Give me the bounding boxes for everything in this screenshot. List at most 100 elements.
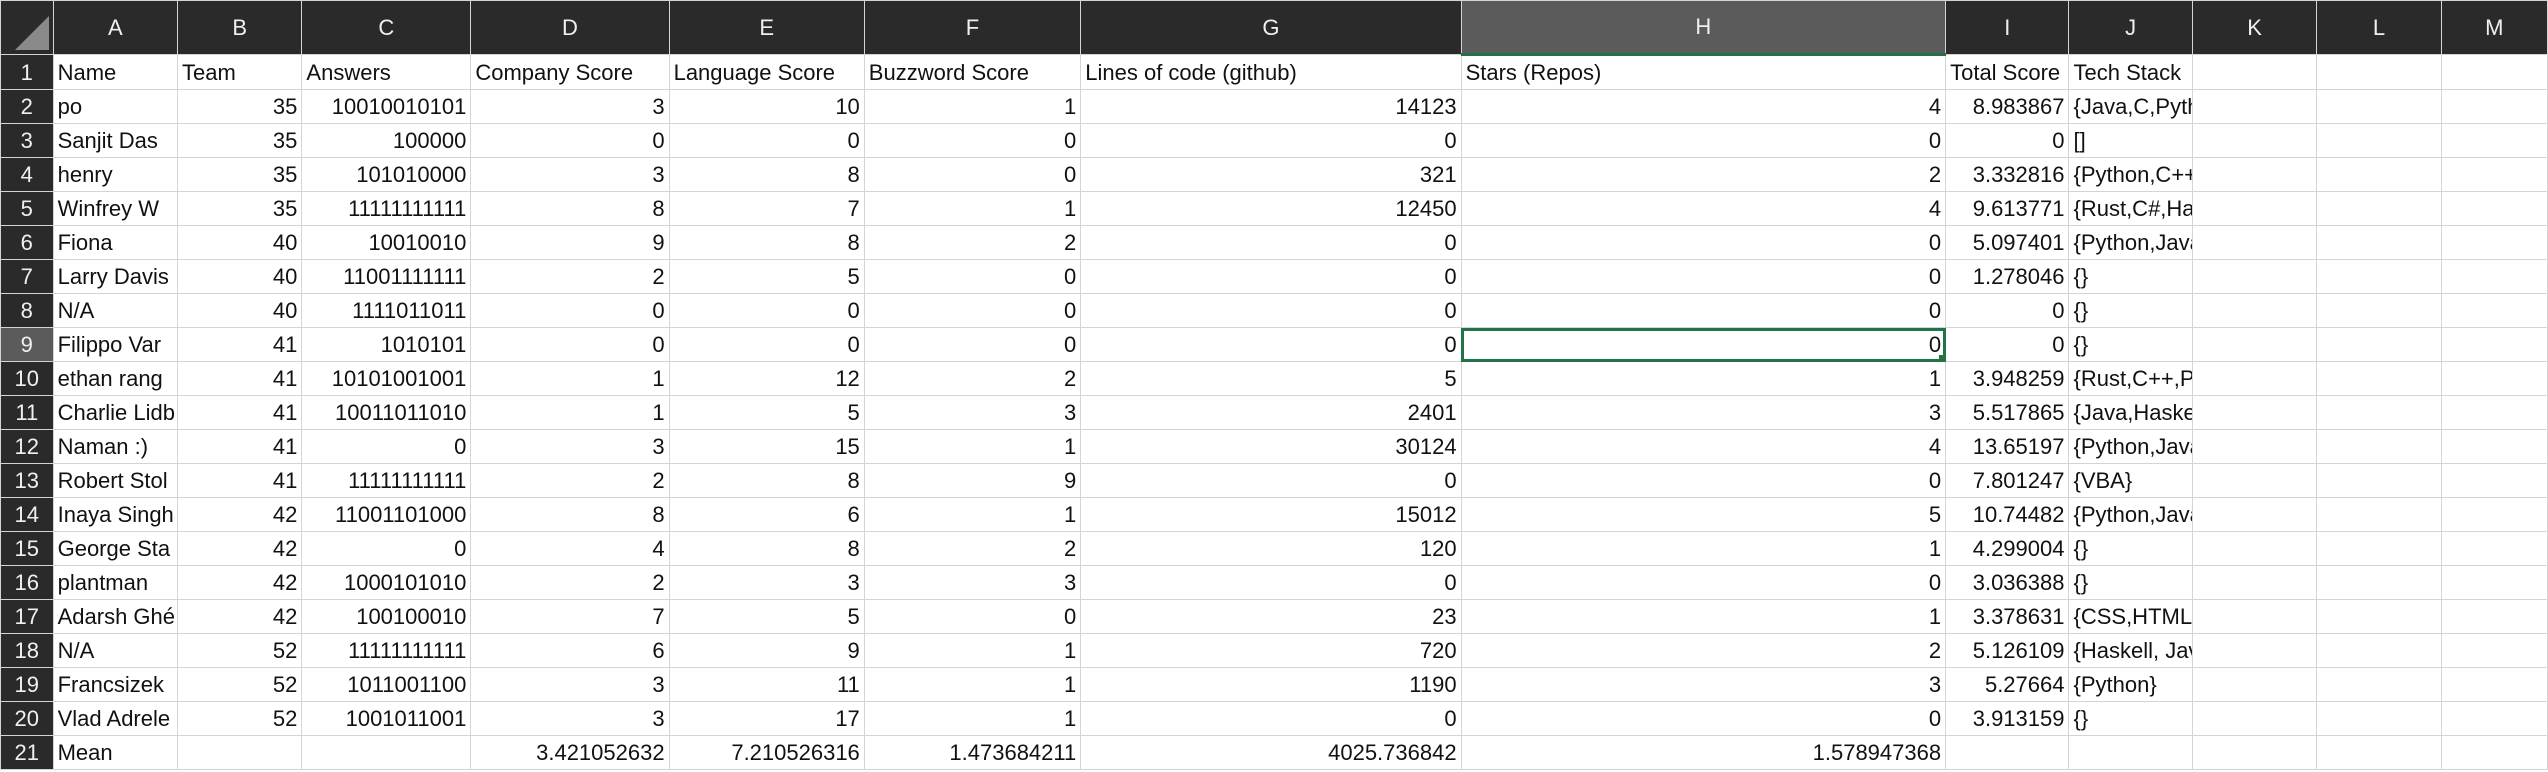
- cell-a6[interactable]: Fiona: [52, 225, 179, 260]
- cell-b18[interactable]: 52: [176, 633, 303, 668]
- cell-d11[interactable]: 1: [470, 395, 670, 430]
- cell-g21[interactable]: 4025.736842: [1080, 735, 1462, 770]
- cell-l10[interactable]: [2316, 361, 2442, 396]
- cell-f11[interactable]: 3: [863, 395, 1082, 430]
- cell-j12[interactable]: {Python,Java,Haskell}: [2068, 429, 2193, 464]
- row-header-18[interactable]: 18: [0, 633, 54, 668]
- cell-h21[interactable]: 1.578947368: [1460, 735, 1947, 770]
- row-header-17[interactable]: 17: [0, 599, 54, 634]
- cell-e6[interactable]: 8: [668, 225, 865, 260]
- cell-c2[interactable]: 10010010101: [301, 89, 472, 124]
- cell-k13[interactable]: [2191, 463, 2318, 498]
- cell-e9[interactable]: 0: [668, 327, 865, 362]
- cell-g11[interactable]: 2401: [1080, 395, 1462, 430]
- active-cell-h9[interactable]: 0: [1460, 327, 1947, 362]
- cell-b8[interactable]: 40: [176, 293, 303, 328]
- cell-h5[interactable]: 4: [1460, 191, 1947, 226]
- cell-i15[interactable]: 4.299004: [1945, 531, 2070, 566]
- cell-a21[interactable]: Mean: [52, 735, 179, 770]
- cell-m2[interactable]: [2440, 89, 2548, 124]
- row-header-20[interactable]: 20: [0, 701, 54, 736]
- column-header-k[interactable]: K: [2191, 0, 2318, 55]
- cell-l9[interactable]: [2316, 327, 2442, 362]
- cell-m14[interactable]: [2440, 497, 2548, 532]
- cell-m12[interactable]: [2440, 429, 2548, 464]
- cell-f20[interactable]: 1: [863, 701, 1082, 736]
- cell-c6[interactable]: 10010010: [301, 225, 472, 260]
- cell-k14[interactable]: [2191, 497, 2318, 532]
- cell-d6[interactable]: 9: [470, 225, 670, 260]
- cell-j3[interactable]: []: [2068, 123, 2193, 158]
- cell-d17[interactable]: 7: [470, 599, 670, 634]
- cell-m7[interactable]: [2440, 259, 2548, 294]
- cell-l6[interactable]: [2316, 225, 2442, 260]
- cell-e5[interactable]: 7: [668, 191, 865, 226]
- cell-e18[interactable]: 9: [668, 633, 865, 668]
- cell-h7[interactable]: 0: [1460, 259, 1947, 294]
- cell-j11[interactable]: {Java,Haskel,SQL,Python}: [2068, 395, 2193, 430]
- cell-e21[interactable]: 7.210526316: [668, 735, 865, 770]
- cell-j4[interactable]: {Python,C++,Scala,VBA,Java,Haskell,SQL,K…: [2068, 157, 2193, 192]
- column-header-l[interactable]: L: [2316, 0, 2442, 55]
- cell-h17[interactable]: 1: [1460, 599, 1947, 634]
- cell-a10[interactable]: ethan rang: [52, 361, 179, 396]
- row-header-4[interactable]: 4: [0, 157, 54, 192]
- cell-d18[interactable]: 6: [470, 633, 670, 668]
- row-header-7[interactable]: 7: [0, 259, 54, 294]
- cell-i4[interactable]: 3.332816: [1945, 157, 2070, 192]
- cell-b10[interactable]: 41: [176, 361, 303, 396]
- cell-c7[interactable]: 11001111111: [301, 259, 472, 294]
- cell-k20[interactable]: [2191, 701, 2318, 736]
- cell-b17[interactable]: 42: [176, 599, 303, 634]
- cell-i5[interactable]: 9.613771: [1945, 191, 2070, 226]
- cell-a12[interactable]: Naman :): [52, 429, 179, 464]
- cell-e17[interactable]: 5: [668, 599, 865, 634]
- cell-a17[interactable]: Adarsh Ghé: [52, 599, 179, 634]
- cell-l21[interactable]: [2316, 735, 2442, 770]
- cell-j9[interactable]: {}: [2068, 327, 2193, 362]
- cell-c18[interactable]: 11111111111: [301, 633, 472, 668]
- cell-f4[interactable]: 0: [863, 157, 1082, 192]
- row-header-12[interactable]: 12: [0, 429, 54, 464]
- cell-a18[interactable]: N/A: [52, 633, 179, 668]
- cell-b21[interactable]: [176, 735, 303, 770]
- cell-i7[interactable]: 1.278046: [1945, 259, 2070, 294]
- cell-g4[interactable]: 321: [1080, 157, 1462, 192]
- cell-h15[interactable]: 1: [1460, 531, 1947, 566]
- cell-e10[interactable]: 12: [668, 361, 865, 396]
- cell-k16[interactable]: [2191, 565, 2318, 600]
- row-header-3[interactable]: 3: [0, 123, 54, 158]
- cell-e14[interactable]: 6: [668, 497, 865, 532]
- cell-d4[interactable]: 3: [470, 157, 670, 192]
- cell-a16[interactable]: plantman: [52, 565, 179, 600]
- cell-c8[interactable]: 1111011011: [301, 293, 472, 328]
- cell-i16[interactable]: 3.036388: [1945, 565, 2070, 600]
- cell-d2[interactable]: 3: [470, 89, 670, 124]
- cell-k1[interactable]: [2191, 54, 2318, 90]
- cell-f17[interactable]: 0: [863, 599, 1082, 634]
- cell-c19[interactable]: 1011001100: [301, 667, 472, 702]
- cell-j19[interactable]: {Python}: [2068, 667, 2193, 702]
- cell-i9[interactable]: 0: [1945, 327, 2070, 362]
- row-header-10[interactable]: 10: [0, 361, 54, 396]
- cell-c11[interactable]: 10011011010: [301, 395, 472, 430]
- cell-m8[interactable]: [2440, 293, 2548, 328]
- cell-b15[interactable]: 42: [176, 531, 303, 566]
- cell-b16[interactable]: 42: [176, 565, 303, 600]
- cell-j15[interactable]: {}: [2068, 531, 2193, 566]
- cell-e7[interactable]: 5: [668, 259, 865, 294]
- select-all-corner[interactable]: [0, 0, 54, 55]
- cell-h2[interactable]: 4: [1460, 89, 1947, 124]
- row-header-13[interactable]: 13: [0, 463, 54, 498]
- cell-h11[interactable]: 3: [1460, 395, 1947, 430]
- cell-d12[interactable]: 3: [470, 429, 670, 464]
- cell-m17[interactable]: [2440, 599, 2548, 634]
- cell-g14[interactable]: 15012: [1080, 497, 1462, 532]
- cell-e2[interactable]: 10: [668, 89, 865, 124]
- cell-a2[interactable]: po: [52, 89, 179, 124]
- cell-j13[interactable]: {VBA}: [2068, 463, 2193, 498]
- cell-m6[interactable]: [2440, 225, 2548, 260]
- cell-h19[interactable]: 3: [1460, 667, 1947, 702]
- column-header-b[interactable]: B: [176, 0, 303, 55]
- cell-l17[interactable]: [2316, 599, 2442, 634]
